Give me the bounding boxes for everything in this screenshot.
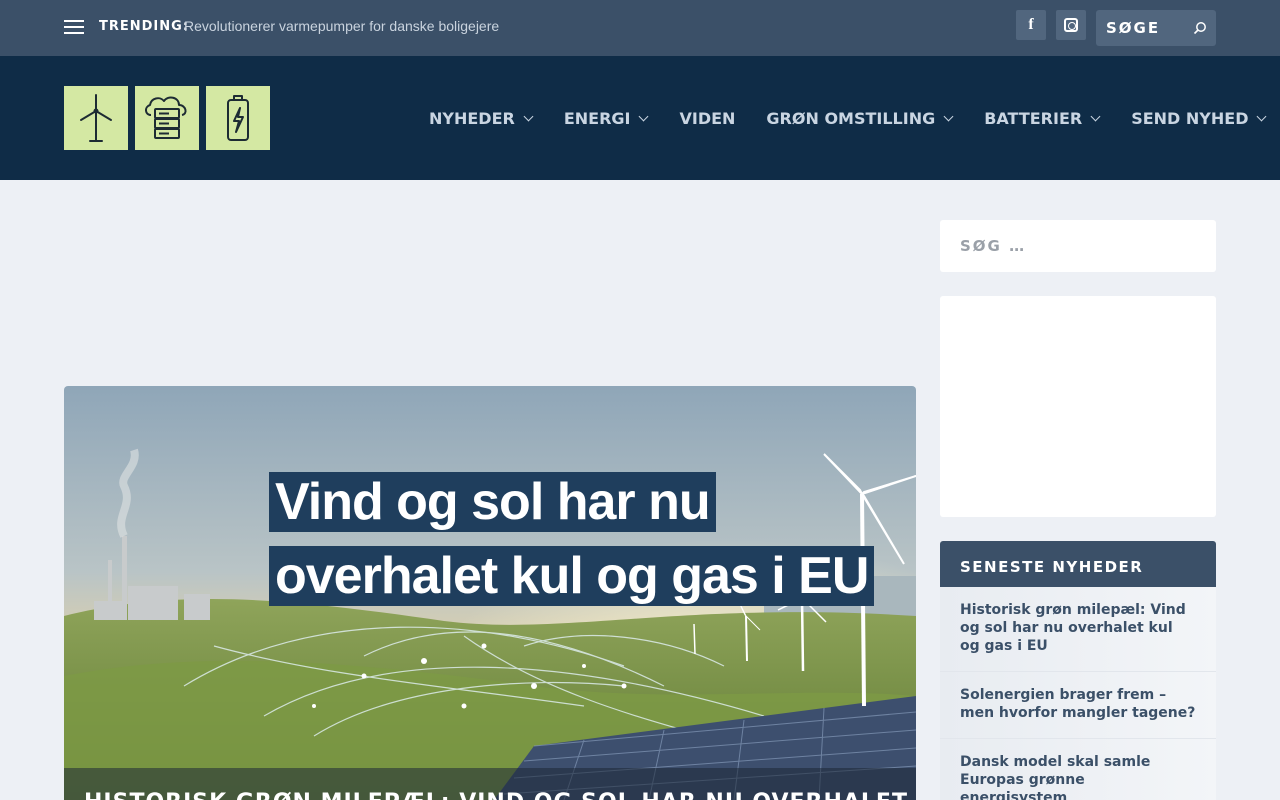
site-header: NYHEDER ENERGI VIDEN GRØN OMSTILLING BAT… — [0, 56, 1280, 180]
nav-batterier[interactable]: BATTERIER — [984, 108, 1101, 128]
latest-news-header: SENESTE NYHEDER — [940, 541, 1216, 587]
cloud-server-icon — [135, 86, 199, 150]
header-search — [1096, 10, 1216, 46]
trending-label: TRENDING: — [99, 19, 190, 34]
search-icon[interactable] — [1193, 21, 1207, 35]
nav-groen-omstilling[interactable]: GRØN OMSTILLING — [766, 108, 954, 128]
latest-news-link[interactable]: Historisk grøn milepæl: Vind og sol har … — [960, 601, 1196, 655]
header-search-input[interactable] — [1106, 16, 1192, 40]
wind-turbine-icon — [64, 86, 128, 150]
nav-label: GRØN OMSTILLING — [766, 108, 936, 128]
instagram-icon[interactable] — [1056, 10, 1086, 40]
list-item: Dansk model skal samle Europas grønne en… — [940, 739, 1216, 800]
image-headline-line1: Vind og sol har nu — [269, 472, 716, 532]
nav-label: ENERGI — [563, 108, 631, 128]
trending-link[interactable]: Revolutionerer varmepumper for danske bo… — [184, 18, 499, 34]
chevron-down-icon — [1090, 111, 1101, 121]
nav-label: BATTERIER — [984, 108, 1083, 128]
chevron-down-icon — [1257, 111, 1267, 121]
nav-label: SEND NYHED — [1131, 108, 1249, 128]
sidebar-search — [940, 220, 1216, 272]
sidebar-widget-empty — [940, 296, 1216, 517]
nav-viden[interactable]: VIDEN — [679, 109, 735, 128]
nav-nyheder[interactable]: NYHEDER — [429, 108, 534, 128]
nav-label: VIDEN — [679, 108, 736, 128]
latest-news-link[interactable]: Dansk model skal samle Europas grønne en… — [960, 753, 1196, 800]
sidebar-search-input[interactable] — [960, 234, 1196, 258]
battery-charging-icon — [206, 86, 270, 150]
article-title[interactable]: HISTORISK GRØN MILEPÆL: VIND OG SOL HAR … — [84, 790, 916, 800]
image-headline-line2: overhalet kul og gas i EU — [269, 546, 875, 606]
featured-article[interactable]: Vind og sol har nu overhalet kul og gas … — [64, 386, 916, 800]
chevron-down-icon — [943, 111, 954, 121]
site-logo[interactable] — [64, 86, 270, 150]
facebook-icon[interactable]: f — [1016, 10, 1046, 40]
menu-icon[interactable] — [64, 20, 84, 36]
latest-news-widget: SENESTE NYHEDER Historisk grøn milepæl: … — [940, 541, 1216, 800]
top-bar: TRENDING: Revolutionerer varmepumper for… — [0, 0, 1280, 56]
latest-news-link[interactable]: Solenergien brager frem – men hvorfor ma… — [960, 686, 1196, 722]
nav-send-nyhed[interactable]: SEND NYHED — [1131, 108, 1267, 128]
chevron-down-icon — [639, 111, 649, 121]
nav-label: NYHEDER — [429, 108, 515, 128]
facebook-glyph: f — [1028, 16, 1034, 33]
list-item: Historisk grøn milepæl: Vind og sol har … — [940, 587, 1216, 672]
main-nav: NYHEDER ENERGI VIDEN GRØN OMSTILLING BAT… — [429, 108, 1267, 128]
nav-energi[interactable]: ENERGI — [563, 108, 649, 128]
latest-news-title: SENESTE NYHEDER — [960, 558, 1144, 576]
chevron-down-icon — [523, 111, 534, 121]
article-caption-bar: HISTORISK GRØN MILEPÆL: VIND OG SOL HAR … — [64, 768, 916, 800]
list-item: Solenergien brager frem – men hvorfor ma… — [940, 672, 1216, 739]
instagram-glyph — [1064, 18, 1078, 32]
